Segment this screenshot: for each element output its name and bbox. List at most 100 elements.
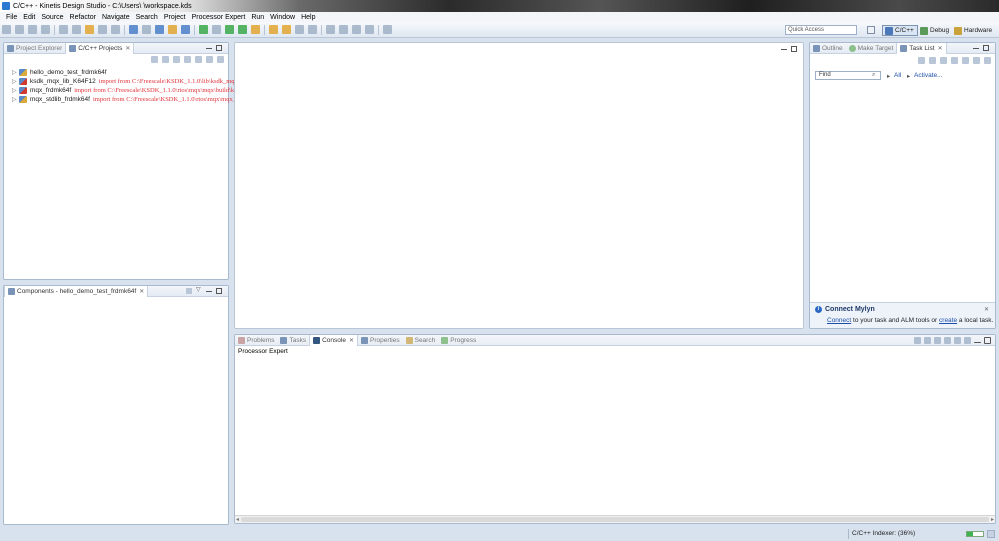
- tab-search[interactable]: Search: [403, 335, 439, 346]
- view-menu-icon[interactable]: ▽: [196, 287, 202, 294]
- close-icon[interactable]: ✕: [139, 288, 144, 295]
- minimize-icon[interactable]: [206, 291, 212, 292]
- minimize-icon[interactable]: [973, 48, 979, 49]
- tab-tasks[interactable]: Tasks: [277, 335, 309, 346]
- pencil-icon[interactable]: [129, 25, 138, 34]
- debug-icon[interactable]: [238, 25, 247, 34]
- sync-icon[interactable]: [973, 57, 980, 64]
- close-icon[interactable]: ✕: [984, 306, 989, 313]
- minimize-icon[interactable]: [974, 341, 981, 343]
- scroll-right-icon[interactable]: ▸: [991, 516, 994, 523]
- progress-view-button[interactable]: [987, 530, 995, 538]
- back-icon[interactable]: [151, 56, 158, 63]
- wand-icon[interactable]: [85, 25, 94, 34]
- menu-run[interactable]: Run: [248, 14, 267, 21]
- open-type-icon[interactable]: [269, 25, 278, 34]
- tree-item-project[interactable]: ▷ hello_demo_test_frdmk64f: [12, 68, 107, 77]
- new-folder-icon[interactable]: [168, 25, 177, 34]
- print-icon[interactable]: [41, 25, 50, 34]
- build-config-icon[interactable]: [72, 25, 81, 34]
- scroll-lock-icon[interactable]: [924, 337, 931, 344]
- expand-icon[interactable]: ▷: [12, 69, 17, 76]
- menu-refactor[interactable]: Refactor: [67, 14, 99, 21]
- menu-edit[interactable]: Edit: [20, 14, 38, 21]
- search-icon[interactable]: ⌕: [872, 72, 875, 79]
- annotation-icon[interactable]: [308, 25, 317, 34]
- search-icon[interactable]: [142, 25, 151, 34]
- target-icon[interactable]: [199, 25, 208, 34]
- forward-icon[interactable]: [162, 56, 169, 63]
- view-menu-icon[interactable]: [217, 56, 224, 63]
- menu-project[interactable]: Project: [161, 14, 189, 21]
- tab-task-list[interactable]: Task List ✕: [896, 42, 947, 54]
- menu-help[interactable]: Help: [298, 14, 318, 21]
- horizontal-scrollbar[interactable]: ◂ ▸: [235, 515, 995, 523]
- back-icon[interactable]: [352, 25, 361, 34]
- save-icon[interactable]: [15, 25, 24, 34]
- minimize-icon[interactable]: [206, 48, 212, 49]
- new-class-icon[interactable]: [155, 25, 164, 34]
- menu-processor-expert[interactable]: Processor Expert: [189, 14, 249, 21]
- build-icon[interactable]: [59, 25, 68, 34]
- all-link[interactable]: All: [894, 72, 901, 79]
- view-menu-icon[interactable]: [964, 337, 971, 344]
- link-editor-icon[interactable]: [195, 56, 202, 63]
- tab-outline[interactable]: Outline: [810, 43, 846, 54]
- maximize-icon[interactable]: [983, 45, 989, 51]
- tab-console[interactable]: Console ✕: [309, 334, 358, 346]
- scrollbar-thumb[interactable]: [241, 517, 989, 522]
- display-console-icon[interactable]: [944, 337, 951, 344]
- next-annotation-icon[interactable]: [326, 25, 335, 34]
- view-menu-icon[interactable]: [984, 57, 991, 64]
- filter-icon[interactable]: [206, 56, 213, 63]
- tab-cpp-projects[interactable]: C/C++ Projects ✕: [65, 42, 135, 54]
- external-tools-icon[interactable]: [251, 25, 260, 34]
- menu-source[interactable]: Source: [38, 14, 66, 21]
- expand-icon[interactable]: ▷: [12, 78, 17, 85]
- tab-project-explorer[interactable]: Project Explorer: [4, 43, 65, 54]
- up-icon[interactable]: [173, 56, 180, 63]
- menu-navigate[interactable]: Navigate: [99, 14, 133, 21]
- tab-components[interactable]: Components - hello_demo_test_frdmk64f ✕: [4, 285, 149, 297]
- terminal-icon[interactable]: [383, 25, 392, 34]
- minimize-icon[interactable]: [781, 49, 787, 50]
- quick-access-input[interactable]: Quick Access: [785, 25, 857, 35]
- pin-icon[interactable]: [295, 25, 304, 34]
- close-icon[interactable]: ✕: [938, 45, 943, 52]
- run-icon[interactable]: [225, 25, 234, 34]
- clipboard-icon[interactable]: [98, 25, 107, 34]
- clear-console-icon[interactable]: [914, 337, 921, 344]
- perspective-cpp[interactable]: C/C++: [882, 25, 918, 36]
- gear-icon[interactable]: [212, 25, 221, 34]
- collapse-all-icon[interactable]: [186, 288, 192, 294]
- collapse-all-icon[interactable]: [962, 57, 969, 64]
- filter-icon[interactable]: [951, 57, 958, 64]
- forward-icon[interactable]: [365, 25, 374, 34]
- save-all-icon[interactable]: [28, 25, 37, 34]
- menu-search[interactable]: Search: [133, 14, 161, 21]
- connect-link[interactable]: Connect: [827, 317, 851, 324]
- categorize-icon[interactable]: [929, 57, 936, 64]
- perspective-hardware[interactable]: Hardware: [954, 25, 992, 36]
- expand-icon[interactable]: ▷: [12, 96, 17, 103]
- close-icon[interactable]: ✕: [125, 45, 130, 52]
- scroll-left-icon[interactable]: ◂: [236, 516, 239, 523]
- pin-console-icon[interactable]: [934, 337, 941, 344]
- schedule-icon[interactable]: [940, 57, 947, 64]
- tab-problems[interactable]: Problems: [235, 335, 277, 346]
- maximize-icon[interactable]: [216, 288, 222, 294]
- perspective-debug[interactable]: Debug: [920, 25, 949, 36]
- new-file-icon[interactable]: [181, 25, 190, 34]
- maximize-icon[interactable]: [791, 46, 797, 52]
- open-console-icon[interactable]: [954, 337, 961, 344]
- tab-make-target[interactable]: Make Target: [846, 43, 897, 54]
- prev-annotation-icon[interactable]: [339, 25, 348, 34]
- copy-icon[interactable]: [111, 25, 120, 34]
- new-task-icon[interactable]: [918, 57, 925, 64]
- maximize-icon[interactable]: [216, 45, 222, 51]
- activate-link[interactable]: Activate...: [914, 72, 943, 79]
- new-icon[interactable]: [2, 25, 11, 34]
- open-perspective-icon[interactable]: [867, 26, 875, 34]
- close-icon[interactable]: ✕: [349, 337, 354, 344]
- tab-progress[interactable]: Progress: [438, 335, 479, 346]
